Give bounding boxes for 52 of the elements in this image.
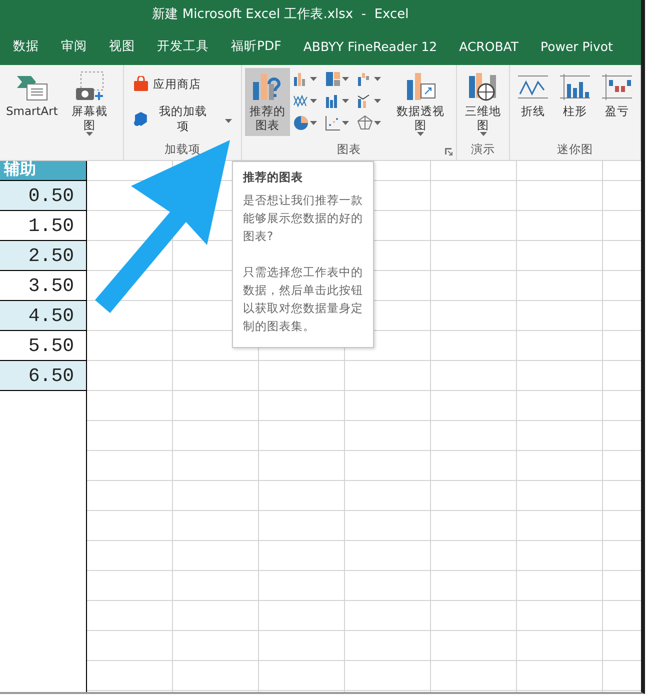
ribbon-tab[interactable]: 视图 (100, 38, 144, 55)
addin-button[interactable]: 我的加载项 (131, 102, 234, 136)
caret-icon (342, 77, 350, 81)
caret-icon (310, 99, 318, 103)
pie-chart-icon (293, 115, 310, 131)
column-header-cell: 辅助 (0, 161, 86, 181)
ribbon-tab[interactable]: 福昕PDF (222, 38, 290, 55)
caret-icon (86, 132, 94, 136)
ribbon-tab[interactable]: ABBYY FineReader 12 (294, 39, 446, 54)
window-title: 新建 Microsoft Excel 工作表.xlsx - Excel (152, 6, 409, 23)
ribbon-button[interactable]: SmartArt (3, 68, 61, 136)
group-label: 加载项 (164, 142, 200, 158)
tooltip-text: 是否想让我们推荐一款能够展示您数据的好的图表? (243, 192, 363, 245)
ribbon-tab[interactable]: Power Pivot (531, 39, 622, 54)
radar-chart-icon (357, 115, 374, 131)
caret-icon (417, 132, 424, 136)
caret-icon (374, 77, 382, 81)
caret-icon (310, 77, 318, 81)
addin-button[interactable]: 应用商店 (131, 74, 234, 94)
ribbon-button[interactable]: 屏幕截图 (62, 68, 116, 138)
ribbon-button[interactable]: 折线 (513, 68, 553, 136)
table-cell: 0.50 (0, 181, 86, 211)
ribbon-button[interactable]: 数据透视图 (388, 68, 454, 138)
ribbon-tab[interactable]: 审阅 (52, 38, 96, 55)
store-bag-icon (133, 76, 150, 92)
ribbon-button[interactable]: 柱形 (555, 68, 595, 136)
group-label: 图表 (336, 142, 361, 158)
cube-icon (133, 111, 150, 127)
ribbon-tab[interactable]: 开发工具 (148, 38, 218, 55)
ribbon-button[interactable]: 三维地图 (460, 68, 506, 138)
ribbon-tab[interactable]: ACROBAT (450, 39, 528, 54)
scatter-chart-icon (325, 115, 342, 131)
line-chart-icon (293, 93, 310, 109)
hierarchy-chart-icon (325, 71, 342, 87)
caret-icon (374, 121, 382, 125)
caret-icon (480, 132, 487, 136)
caret-icon (224, 119, 232, 123)
dialog-launcher-icon[interactable] (445, 148, 454, 156)
tooltip-title: 推荐的图表 (243, 170, 304, 185)
ribbon-button[interactable]: 推荐的图表 (244, 68, 290, 136)
table-cell: 4.50 (0, 301, 86, 331)
group-label: 迷你图 (557, 142, 593, 158)
tooltip-text: 只需选择您工作表中的数据，然后单击此按钮以获取对您数据量身定制的图表集。 (243, 264, 363, 335)
ribbon-button[interactable]: 盈亏 (597, 68, 637, 136)
caret-icon (310, 121, 318, 125)
group-label: 演示 (471, 142, 496, 158)
ribbon-tab[interactable]: 数据 (4, 38, 48, 55)
table-cell: 2.50 (0, 241, 86, 271)
caret-icon (342, 121, 350, 125)
table-cell: 6.50 (0, 361, 86, 391)
caret-icon (374, 99, 382, 103)
caret-icon (342, 99, 350, 103)
